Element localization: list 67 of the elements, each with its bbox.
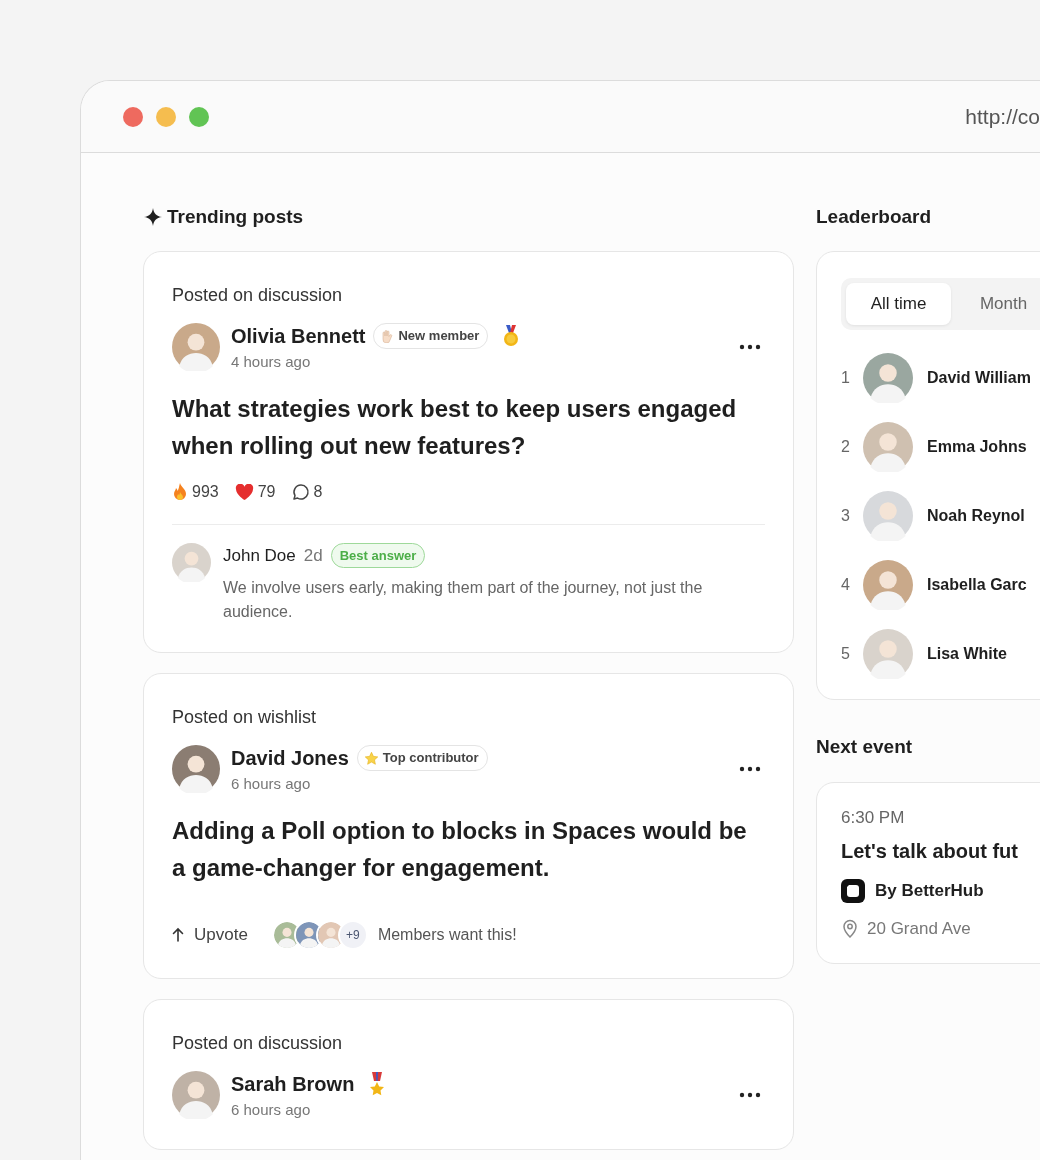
member-count: +9: [337, 919, 368, 950]
avatar: [863, 422, 913, 472]
best-answer-badge: Best answer: [330, 542, 426, 568]
member-name[interactable]: Noah Reynol: [927, 504, 1025, 528]
location-pin-icon: [841, 918, 859, 939]
avatar: [172, 1070, 220, 1119]
rank-number: 3: [841, 506, 851, 526]
heart-icon: [234, 483, 254, 501]
avatar: [863, 491, 913, 541]
address-bar-url[interactable]: http://co: [965, 100, 1040, 133]
member-name[interactable]: David William: [927, 366, 1031, 390]
post-category: Posted on discussion: [172, 284, 344, 307]
hand-icon: [380, 329, 395, 343]
post-category: Posted on wishlist: [172, 706, 318, 729]
upvote-button[interactable]: Upvote: [172, 921, 248, 948]
rank-number: 1: [841, 368, 851, 388]
comment-icon: [291, 482, 310, 501]
more-icon: [739, 766, 761, 773]
comment-count: 8: [313, 481, 323, 502]
sparkle-icon: [143, 207, 163, 227]
rank-number: 5: [841, 644, 851, 664]
reply-text: We involve users early, making them part of the journey, not just the audience.: [223, 578, 704, 622]
arrow-up-icon: [172, 927, 184, 942]
avatar: [172, 542, 211, 582]
author-name[interactable]: Olivia Bennett: [231, 321, 366, 351]
reply-time: 2d: [303, 544, 323, 567]
like-count: 79: [257, 482, 276, 502]
logo-icon: [841, 878, 865, 903]
event-title[interactable]: Let's talk about fut: [841, 836, 1040, 866]
post-time: 4 hours ago: [231, 352, 312, 372]
section-title: Next event: [816, 735, 914, 760]
window-control[interactable]: [123, 106, 143, 127]
post-category: Posted on discussion: [172, 1031, 344, 1055]
rank-number: 4: [841, 575, 851, 595]
more-icon: [739, 1091, 761, 1098]
post-title[interactable]: Adding a Poll option to blocks in Spaces would be a game-changer for engagement.: [172, 811, 765, 886]
member-badge: New member: [373, 323, 489, 349]
medal-icon: [368, 1071, 387, 1096]
rank-number: 2: [841, 437, 851, 457]
author-name[interactable]: Sarah Brown: [231, 1068, 355, 1099]
tab[interactable]: All time: [846, 283, 951, 325]
event-location: 20 Grand Ave: [867, 917, 971, 940]
member-badge: Top contributor: [356, 745, 488, 771]
avatar: [863, 629, 913, 679]
avatar: [172, 745, 220, 794]
reply-author[interactable]: John Doe: [223, 542, 296, 568]
avatar: [863, 560, 913, 610]
post-time: 6 hours ago: [231, 1099, 312, 1120]
section-title: Leaderboard: [816, 205, 933, 229]
star-icon: [363, 750, 379, 766]
medal-icon: [502, 325, 521, 347]
members-note: Members want this!: [377, 924, 517, 945]
member-name[interactable]: Lisa White: [927, 642, 1007, 666]
tab[interactable]: Month: [951, 283, 1040, 325]
avatar: [172, 323, 220, 372]
section-title: Trending posts: [167, 204, 304, 229]
fire-count: 993: [192, 481, 219, 502]
more-icon: [739, 344, 761, 351]
flame-icon: [172, 482, 188, 501]
member-name[interactable]: Emma Johns: [927, 435, 1027, 459]
post-time: 6 hours ago: [231, 774, 312, 794]
member-name[interactable]: Isabella Garc: [927, 573, 1027, 597]
event-host: By BetterHub: [875, 880, 984, 902]
avatar: [863, 353, 913, 403]
post-title[interactable]: What strategies work best to keep users engaged when rolling out new features?: [172, 389, 765, 464]
event-time: 6:30 PM: [841, 806, 906, 829]
author-name[interactable]: David Jones: [231, 743, 349, 773]
